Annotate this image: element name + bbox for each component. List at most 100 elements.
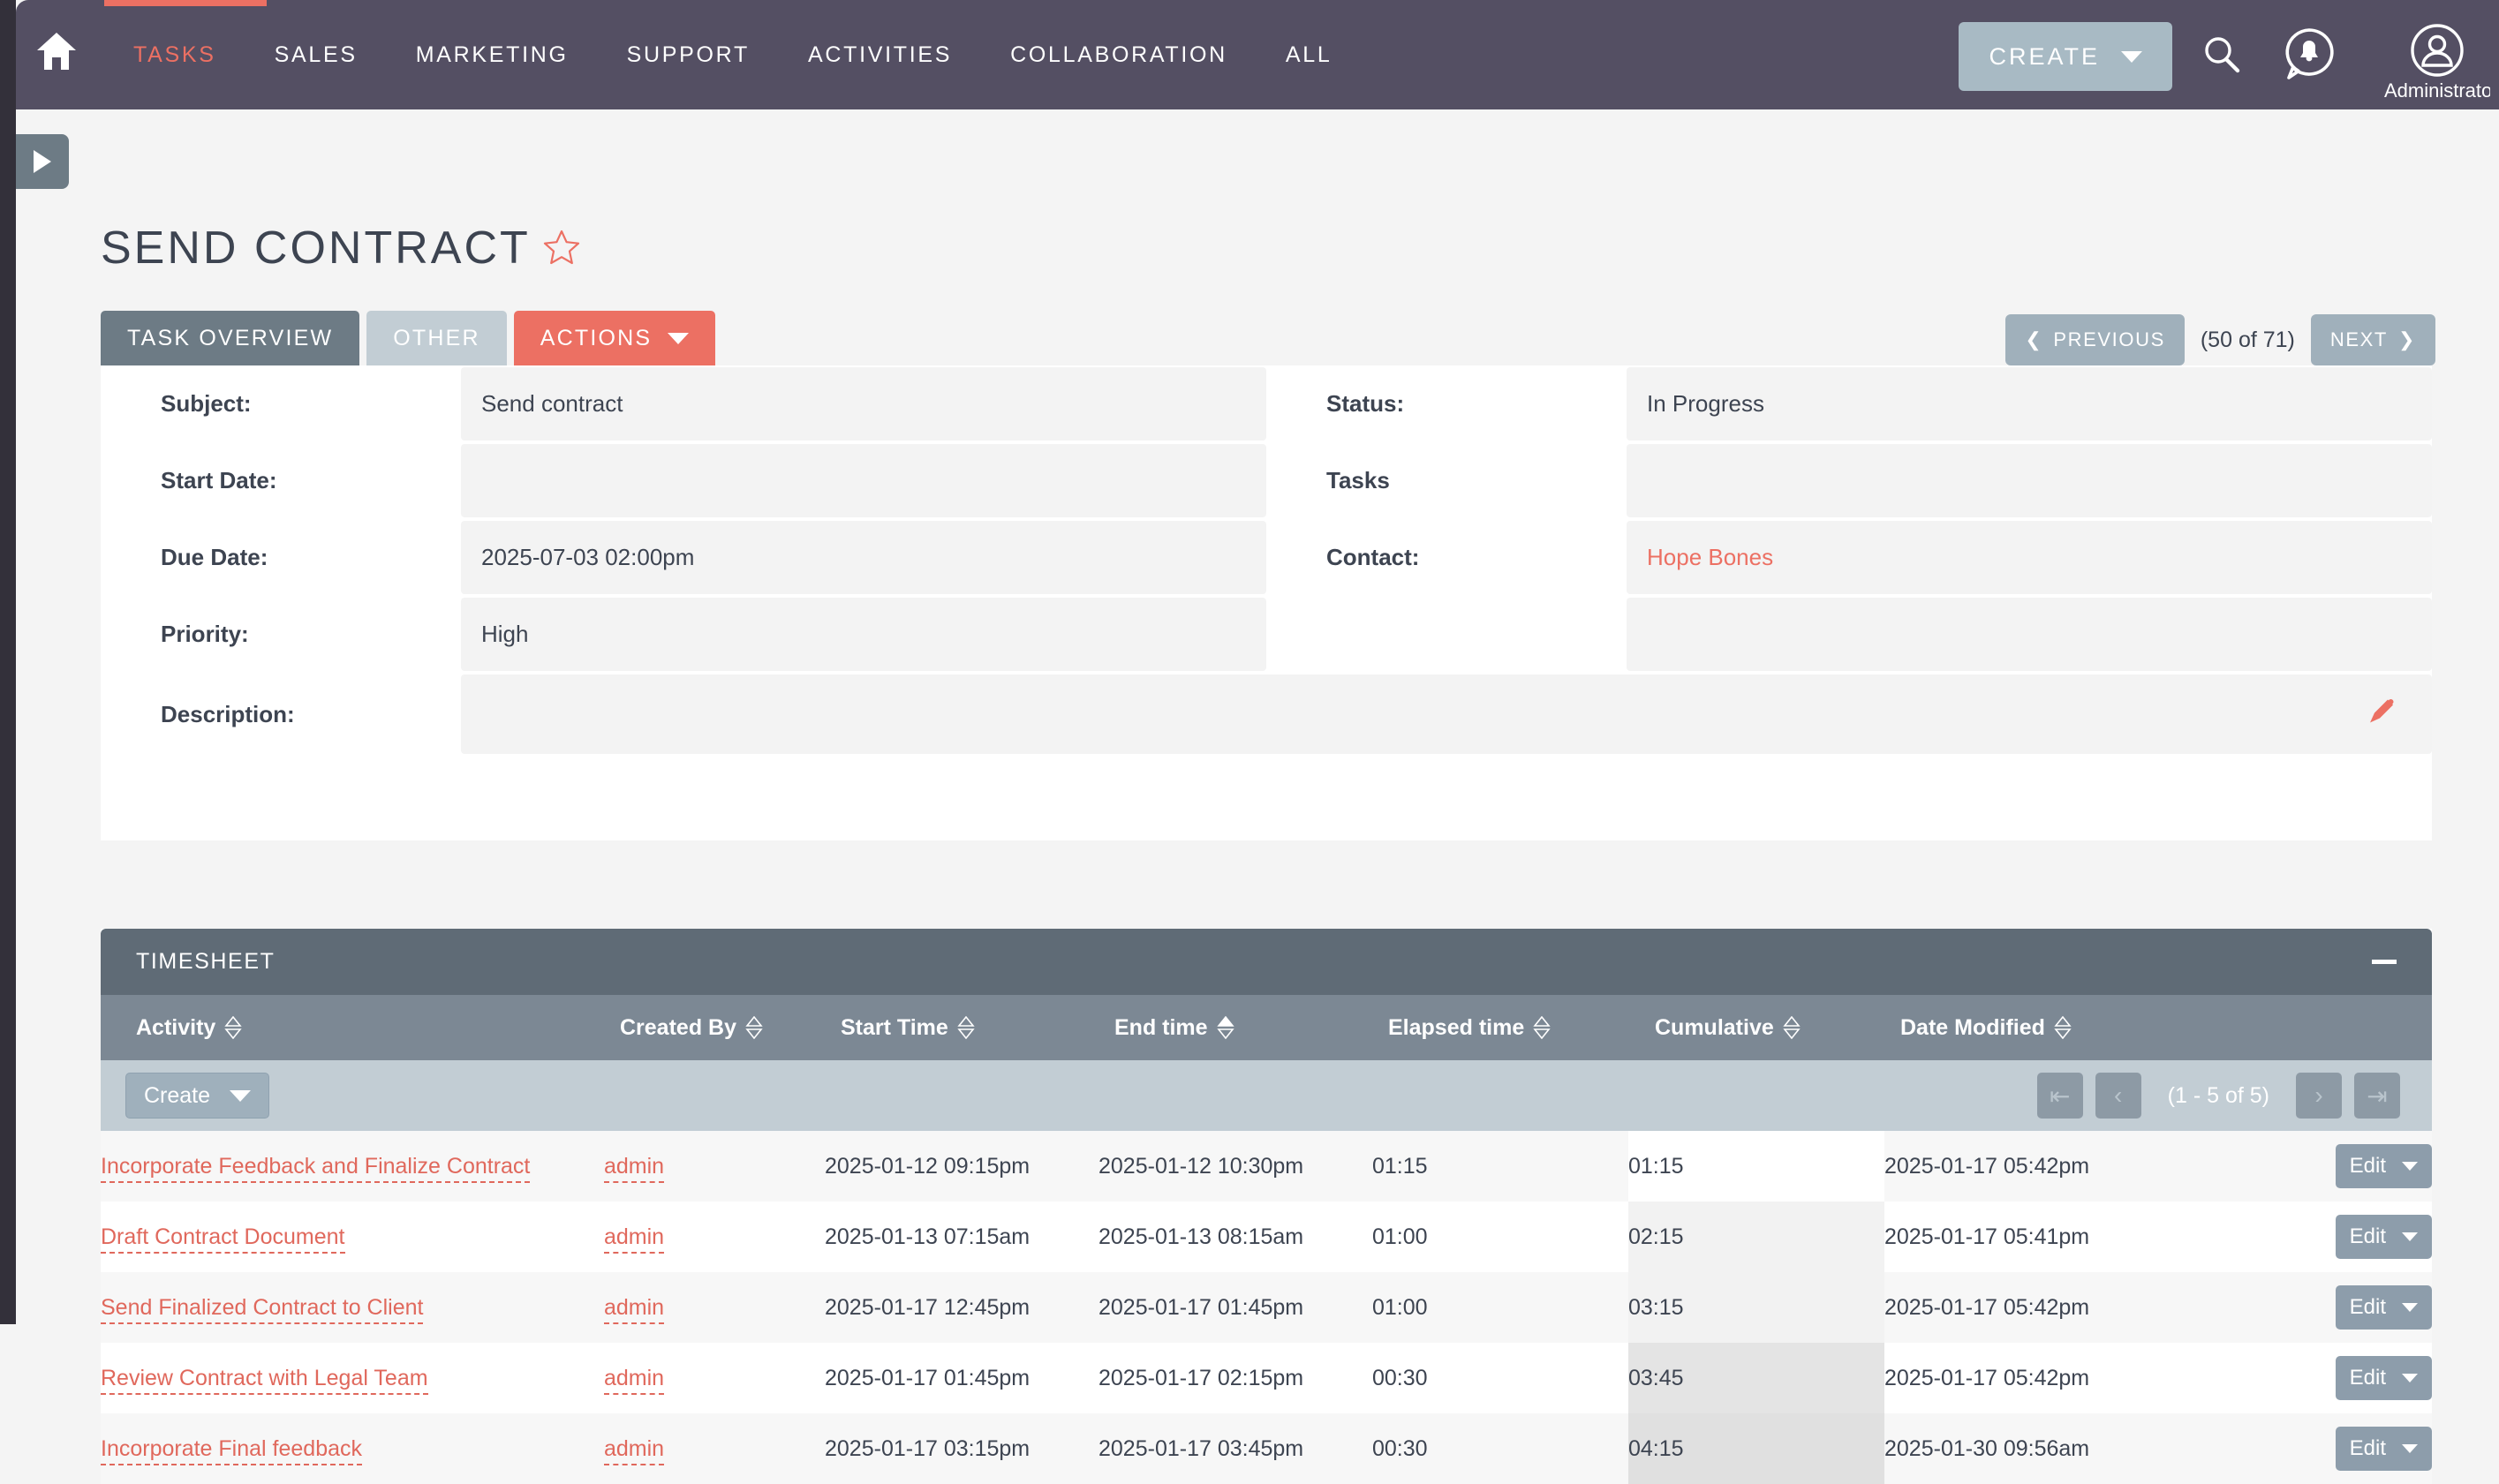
cell-activity: Draft Contract Document [101, 1202, 604, 1272]
page-next-button[interactable]: › [2296, 1073, 2342, 1119]
cell-cumulative: 03:45 [1628, 1343, 1884, 1413]
cell-activity: Review Contract with Legal Team [101, 1343, 604, 1413]
created-by-link[interactable]: admin [604, 1435, 665, 1465]
sort-icon[interactable] [957, 1016, 975, 1039]
field-contact-link[interactable]: Hope Bones [1647, 544, 1773, 571]
notifications-bell-icon[interactable] [2282, 26, 2337, 87]
edit-button[interactable]: Edit [2335, 1144, 2432, 1188]
sort-icon-active-asc[interactable] [1216, 1016, 1234, 1039]
sort-icon[interactable] [224, 1016, 242, 1039]
edit-button-label: Edit [2349, 1436, 2386, 1460]
activity-link[interactable]: Incorporate Final feedback [101, 1435, 363, 1465]
edit-button[interactable]: Edit [2335, 1215, 2432, 1259]
nav-item-support[interactable]: SUPPORT [598, 42, 779, 68]
col-header-cumulative[interactable]: Cumulative [1628, 995, 1884, 1060]
created-by-link[interactable]: admin [604, 1153, 665, 1183]
timesheet-create-button[interactable]: Create [125, 1073, 270, 1119]
page-first-button[interactable]: ⇤ [2036, 1073, 2083, 1119]
nav-item-all[interactable]: ALL [1257, 42, 1362, 68]
nav-item-marketing[interactable]: MARKETING [387, 42, 598, 68]
table-row[interactable]: Draft Contract Document admin 2025-01-13… [101, 1202, 2432, 1272]
sort-icon[interactable] [2054, 1016, 2072, 1039]
record-count-label: (50 of 71) [2200, 327, 2295, 352]
record-pagination: ❮ PREVIOUS (50 of 71) NEXT ❯ [2005, 314, 2435, 365]
cell-date-modified: 2025-01-17 05:42pm [1884, 1343, 2185, 1413]
tab-actions[interactable]: ACTIONS [513, 311, 716, 365]
edit-button[interactable]: Edit [2335, 1285, 2432, 1330]
cell-created-by: admin [604, 1202, 825, 1272]
search-icon[interactable] [2201, 34, 2243, 80]
col-header-start-time[interactable]: Start Time [825, 995, 1099, 1060]
created-by-link[interactable]: admin [604, 1294, 665, 1324]
avatar[interactable]: Administrator [2375, 23, 2499, 102]
cell-actions: Edit [2185, 1202, 2432, 1272]
cell-cumulative: 01:15 [1628, 1131, 1884, 1202]
nav-item-collaboration[interactable]: COLLABORATION [981, 42, 1257, 68]
star-outline-icon[interactable] [543, 224, 580, 277]
col-header-elapsed-time[interactable]: Elapsed time [1372, 995, 1628, 1060]
home-icon[interactable] [35, 31, 78, 72]
edit-button[interactable]: Edit [2335, 1427, 2432, 1471]
sort-icon[interactable] [1533, 1016, 1551, 1039]
col-header-end-time[interactable]: End time [1099, 995, 1372, 1060]
cell-cumulative: 02:15 [1628, 1202, 1884, 1272]
timesheet-table: Activity Created By Start Time End time … [101, 995, 2432, 1484]
cell-date-modified: 2025-01-30 09:56am [1884, 1413, 2185, 1484]
create-button-label: CREATE [1989, 42, 2100, 70]
activity-link[interactable]: Draft Contract Document [101, 1224, 345, 1254]
tab-actions-label: ACTIONS [540, 325, 653, 350]
timesheet-panel: TIMESHEET Activity Created By Start Time… [101, 929, 2432, 1484]
nav-item-sales[interactable]: SALES [245, 42, 387, 68]
field-priority-value[interactable]: High [461, 598, 1266, 671]
col-header-activity[interactable]: Activity [101, 995, 604, 1060]
cell-start-time: 2025-01-13 07:15am [825, 1202, 1099, 1272]
page-last-button[interactable]: ⇥ [2354, 1073, 2400, 1119]
nav-item-tasks[interactable]: TASKS [104, 42, 245, 68]
nav-item-activities[interactable]: ACTIVITIES [779, 42, 981, 68]
activity-link[interactable]: Send Finalized Contract to Client [101, 1294, 424, 1324]
table-row[interactable]: Send Finalized Contract to Client admin … [101, 1272, 2432, 1343]
field-description-value[interactable] [461, 674, 2432, 754]
page-prev-button[interactable]: ‹ [2095, 1073, 2141, 1119]
table-row[interactable]: Review Contract with Legal Team admin 20… [101, 1343, 2432, 1413]
field-status-value[interactable]: In Progress [1627, 367, 2432, 441]
sidebar-toggle-button[interactable] [16, 134, 69, 189]
cell-created-by: admin [604, 1131, 825, 1202]
chevron-down-icon [668, 332, 690, 344]
field-subject-value[interactable]: Send contract [461, 367, 1266, 441]
cell-end-time: 2025-01-17 01:45pm [1099, 1272, 1372, 1343]
col-header-date-modified[interactable]: Date Modified [1884, 995, 2185, 1060]
minus-icon[interactable] [2372, 960, 2397, 964]
activity-link[interactable]: Review Contract with Legal Team [101, 1365, 428, 1395]
tab-task-overview[interactable]: TASK OVERVIEW [101, 311, 360, 365]
col-header-elapsed-time-label: Elapsed time [1388, 1014, 1525, 1040]
field-due-date: Due Date: 2025-07-03 02:00pm [101, 519, 1266, 596]
next-record-button[interactable]: NEXT ❯ [2310, 314, 2435, 365]
cell-end-time: 2025-01-17 02:15pm [1099, 1343, 1372, 1413]
created-by-link[interactable]: admin [604, 1365, 665, 1395]
col-header-start-time-label: Start Time [841, 1014, 948, 1040]
activity-link[interactable]: Incorporate Feedback and Finalize Contra… [101, 1153, 531, 1183]
edit-button-label: Edit [2349, 1366, 2386, 1390]
cell-created-by: admin [604, 1413, 825, 1484]
field-due-date-value[interactable]: 2025-07-03 02:00pm [461, 521, 1266, 594]
edit-button[interactable]: Edit [2335, 1356, 2432, 1400]
timesheet-pager: ⇤ ‹ (1 - 5 of 5) › ⇥ [2036, 1073, 2400, 1119]
pencil-icon[interactable] [2367, 697, 2397, 733]
col-header-created-by[interactable]: Created By [604, 995, 825, 1060]
create-button[interactable]: CREATE [1959, 22, 2172, 91]
table-row[interactable]: Incorporate Final feedback admin 2025-01… [101, 1413, 2432, 1484]
table-row[interactable]: Incorporate Feedback and Finalize Contra… [101, 1131, 2432, 1202]
user-avatar-icon [2411, 24, 2464, 77]
sort-icon[interactable] [1783, 1016, 1801, 1039]
timesheet-panel-header: TIMESHEET [101, 929, 2432, 995]
field-tasks-value[interactable] [1627, 444, 2432, 517]
chevron-down-icon [2402, 1232, 2418, 1241]
tab-other[interactable]: OTHER [366, 311, 507, 365]
created-by-link[interactable]: admin [604, 1224, 665, 1254]
col-header-date-modified-label: Date Modified [1900, 1014, 2045, 1040]
previous-record-button[interactable]: ❮ PREVIOUS [2005, 314, 2185, 365]
topnav-right-actions: CREATE Administrator [1959, 0, 2499, 109]
field-start-date-value[interactable] [461, 444, 1266, 517]
sort-icon[interactable] [745, 1016, 763, 1039]
